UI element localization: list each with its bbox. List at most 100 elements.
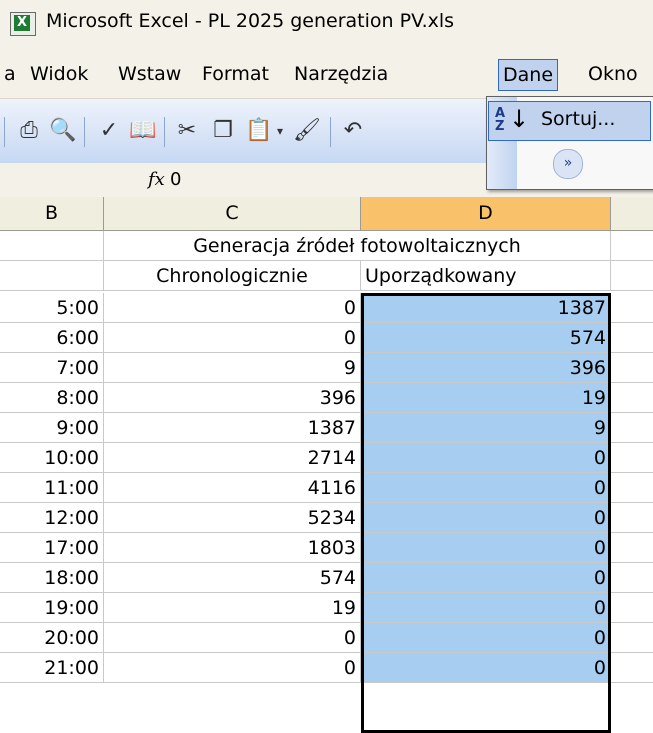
cell[interactable] <box>611 443 653 473</box>
sorted-value-cell[interactable]: 396 <box>361 353 611 383</box>
table-row: 5:00 0 1387 <box>0 293 653 323</box>
expand-menu-icon[interactable]: » <box>553 149 583 179</box>
chronological-value-cell[interactable]: 0 <box>104 653 361 683</box>
time-cell[interactable]: 5:00 <box>0 293 104 323</box>
chronological-value-cell[interactable]: 396 <box>104 383 361 413</box>
chronological-value-cell[interactable]: 4116 <box>104 473 361 503</box>
table-row: 12:00 5234 0 <box>0 503 653 533</box>
cell[interactable] <box>611 323 653 353</box>
column-header-c[interactable]: C <box>104 197 361 231</box>
table-row: 10:00 2714 0 <box>0 443 653 473</box>
column-header-e[interactable] <box>611 197 653 231</box>
column-header-d[interactable]: D <box>361 197 611 231</box>
cell[interactable] <box>0 231 104 261</box>
chronological-value-cell[interactable]: 0 <box>104 623 361 653</box>
research-icon[interactable]: 📖 <box>128 117 158 145</box>
time-cell[interactable]: 19:00 <box>0 593 104 623</box>
cell[interactable] <box>611 503 653 533</box>
window-title: Microsoft Excel - PL 2025 generation PV.… <box>46 10 455 32</box>
formula-input[interactable]: 0 <box>170 169 181 190</box>
cell[interactable] <box>611 293 653 323</box>
chronological-value-cell[interactable]: 2714 <box>104 443 361 473</box>
toolbar-separator <box>84 117 85 147</box>
header-chronological[interactable]: Chronologicznie <box>104 261 361 291</box>
table-row: 20:00 0 0 <box>0 623 653 653</box>
menu-item-format[interactable]: Format <box>198 59 273 89</box>
table-row: 18:00 574 0 <box>0 563 653 593</box>
time-cell[interactable]: 18:00 <box>0 563 104 593</box>
chronological-value-cell[interactable]: 574 <box>104 563 361 593</box>
table-row: 19:00 19 0 <box>0 593 653 623</box>
sorted-value-cell[interactable]: 1387 <box>361 293 611 323</box>
header-sorted[interactable]: Uporządkowany <box>361 261 611 291</box>
menu-bar: a Widok Wstaw Format Narzędzia Dane Okno <box>0 50 653 99</box>
paste-dropdown-icon[interactable]: ▾ <box>272 117 288 145</box>
menu-item-insert[interactable]: Wstaw <box>114 59 185 89</box>
sorted-value-cell[interactable]: 0 <box>361 563 611 593</box>
sort-menu-item[interactable]: AZ ↓ Sortuj... <box>488 101 651 141</box>
undo-icon[interactable]: ↶ <box>338 117 368 145</box>
time-cell[interactable]: 10:00 <box>0 443 104 473</box>
cell[interactable] <box>611 353 653 383</box>
time-cell[interactable]: 9:00 <box>0 413 104 443</box>
menu-item-data[interactable]: Dane <box>498 59 559 91</box>
menu-item-view[interactable]: Widok <box>26 59 92 89</box>
sorted-value-cell[interactable]: 0 <box>361 503 611 533</box>
paste-icon[interactable]: 📋 <box>244 117 274 145</box>
cell[interactable] <box>611 563 653 593</box>
table-row: 8:00 396 19 <box>0 383 653 413</box>
time-cell[interactable]: 6:00 <box>0 323 104 353</box>
cell[interactable] <box>611 413 653 443</box>
time-cell[interactable]: 17:00 <box>0 533 104 563</box>
cell[interactable] <box>611 593 653 623</box>
sorted-value-cell[interactable]: 0 <box>361 623 611 653</box>
chronological-value-cell[interactable]: 1387 <box>104 413 361 443</box>
menu-item-tools[interactable]: Narzędzia <box>290 59 392 89</box>
chronological-value-cell[interactable]: 9 <box>104 353 361 383</box>
column-header-b[interactable]: B <box>0 197 104 231</box>
excel-icon[interactable]: X <box>10 12 36 36</box>
cut-icon[interactable]: ✂ <box>172 117 202 145</box>
table-row: 9:00 1387 9 <box>0 413 653 443</box>
cell[interactable] <box>611 533 653 563</box>
chronological-value-cell[interactable]: 1803 <box>104 533 361 563</box>
spelling-icon[interactable]: ✓ <box>94 117 124 145</box>
cell[interactable] <box>611 473 653 503</box>
sorted-value-cell[interactable]: 0 <box>361 653 611 683</box>
sorted-value-cell[interactable]: 0 <box>361 443 611 473</box>
time-cell[interactable]: 21:00 <box>0 653 104 683</box>
menu-item-window[interactable]: Okno <box>584 59 642 89</box>
cell[interactable] <box>611 653 653 683</box>
sorted-value-cell[interactable]: 0 <box>361 473 611 503</box>
sorted-value-cell[interactable]: 9 <box>361 413 611 443</box>
time-cell[interactable]: 12:00 <box>0 503 104 533</box>
print-icon[interactable]: ⎙ <box>14 117 44 145</box>
time-cell[interactable]: 7:00 <box>0 353 104 383</box>
chronological-value-cell[interactable]: 5234 <box>104 503 361 533</box>
time-cell[interactable]: 20:00 <box>0 623 104 653</box>
sorted-value-cell[interactable]: 0 <box>361 533 611 563</box>
cell[interactable] <box>611 383 653 413</box>
group-title-cell[interactable]: Generacja źródeł fotowoltaicznych <box>104 231 610 261</box>
print-preview-icon[interactable]: 🔍 <box>48 117 78 145</box>
cell[interactable] <box>0 261 104 291</box>
function-icon[interactable]: fx <box>148 169 165 190</box>
time-cell[interactable]: 8:00 <box>0 383 104 413</box>
copy-icon[interactable]: ❐ <box>208 117 238 145</box>
toolbar-separator <box>164 117 165 147</box>
chronological-value-cell[interactable]: 0 <box>104 293 361 323</box>
chronological-value-cell[interactable]: 0 <box>104 323 361 353</box>
format-painter-icon[interactable]: 🖌 <box>292 117 322 145</box>
menu-item-partial[interactable]: a <box>0 59 20 89</box>
sorted-value-cell[interactable]: 19 <box>361 383 611 413</box>
chronological-value-cell[interactable]: 19 <box>104 593 361 623</box>
cell[interactable] <box>611 231 653 261</box>
sort-ascending-icon: AZ <box>495 106 506 134</box>
sorted-value-cell[interactable]: 574 <box>361 323 611 353</box>
table-row: Generacja źródeł fotowoltaicznych <box>0 231 653 261</box>
sorted-value-cell[interactable]: 0 <box>361 593 611 623</box>
table-row: 17:00 1803 0 <box>0 533 653 563</box>
time-cell[interactable]: 11:00 <box>0 473 104 503</box>
cell[interactable] <box>611 623 653 653</box>
cell[interactable] <box>611 261 653 291</box>
